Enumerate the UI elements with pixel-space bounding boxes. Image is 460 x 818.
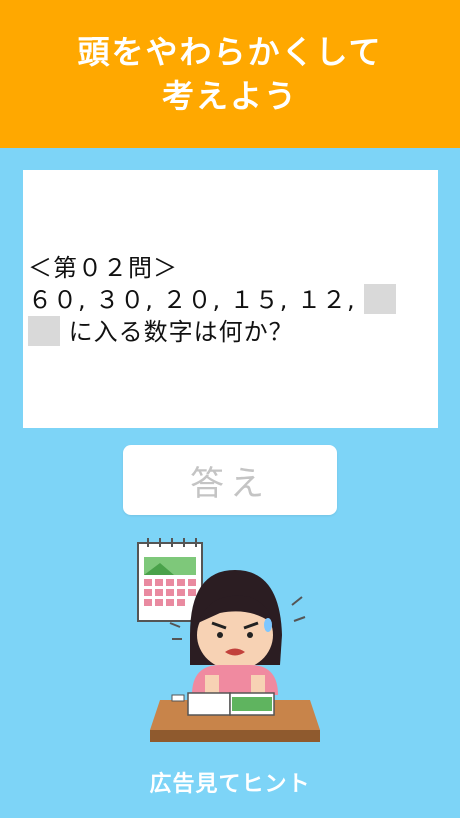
- answer-button[interactable]: 答え: [123, 445, 337, 515]
- answer-blank-box: [364, 284, 397, 314]
- question-sequence: ６０, ３０, ２０, １５, １２,: [28, 286, 356, 314]
- question-prompt-line: に入る数字は何か？: [28, 316, 433, 348]
- question-card: ＜第０２問＞ ６０, ３０, ２０, １５, １２, に入る数字は何か？: [23, 170, 438, 428]
- question-label: ＜第０２問＞: [28, 254, 178, 282]
- girl-studying-illustration: [137, 538, 320, 742]
- question-text: ＜第０２問＞ ６０, ３０, ２０, １５, １２, に入る数字は何か？: [28, 252, 433, 348]
- header-title-line1: 頭をやわらかくして: [77, 33, 383, 71]
- page-header: 頭をやわらかくして 考えよう: [0, 0, 460, 148]
- question-sequence-line: ６０, ３０, ２０, １５, １２,: [28, 284, 433, 316]
- header-title-line2: 考えよう: [161, 77, 298, 115]
- question-prompt: に入る数字は何か？: [68, 318, 294, 346]
- answer-blank-box: [28, 316, 60, 346]
- hint-button[interactable]: 広告見てヒント: [0, 766, 460, 798]
